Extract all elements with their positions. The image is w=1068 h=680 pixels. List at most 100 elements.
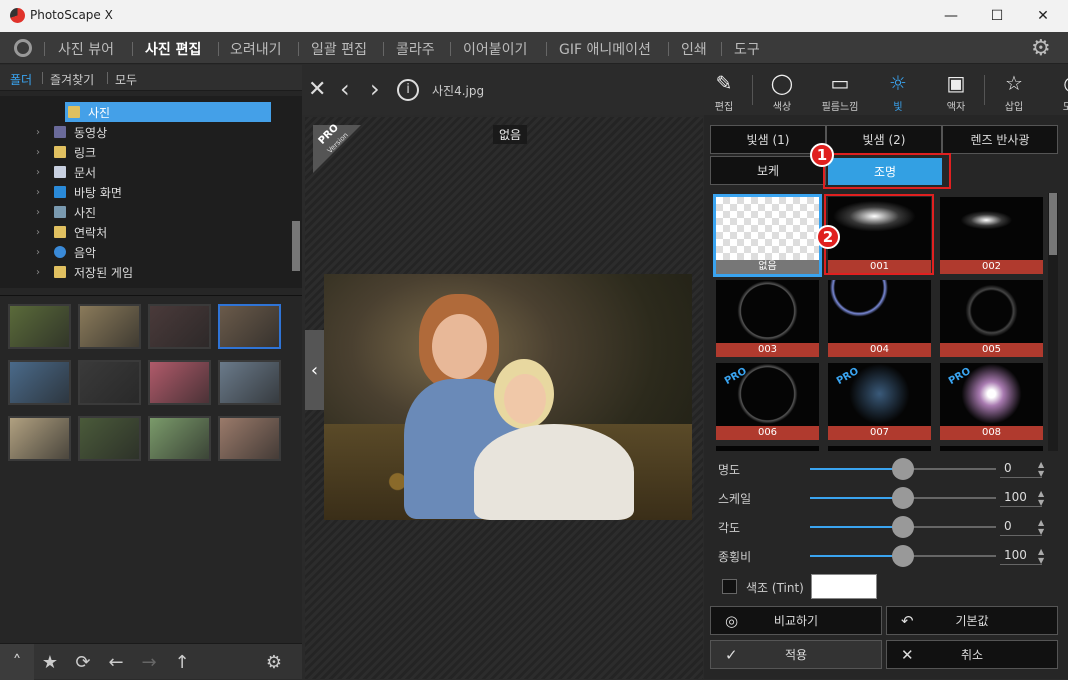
- tree-item[interactable]: › 연락처: [0, 222, 290, 242]
- collapse-left-icon[interactable]: ‹: [305, 330, 324, 410]
- close-window-button[interactable]: ✕: [1020, 0, 1066, 32]
- x-icon: ✕: [901, 646, 914, 664]
- tool-film[interactable]: ▭ 필름느낌: [816, 69, 864, 113]
- effect-tile[interactable]: 003: [716, 280, 819, 357]
- menu-batch-edit[interactable]: 일괄 편집: [311, 39, 367, 59]
- effect-tile[interactable]: 007 PRO: [828, 363, 931, 440]
- maximize-button[interactable]: ☐: [974, 0, 1020, 32]
- spinner-arrows-icon[interactable]: ▲ ▼: [1038, 460, 1044, 478]
- insert-icon: ☆: [1005, 71, 1023, 95]
- window-title: PhotoScape X: [30, 8, 113, 22]
- star-icon[interactable]: ★: [38, 650, 62, 674]
- thumbnail[interactable]: [78, 360, 141, 405]
- effect-tile[interactable]: 없음: [713, 194, 822, 277]
- slider-handle[interactable]: [892, 516, 914, 538]
- tree-item[interactable]: › 음악: [0, 242, 290, 262]
- tool-insert[interactable]: ☆ 삽입: [990, 69, 1038, 113]
- search-icon[interactable]: [14, 39, 32, 57]
- thumbnail[interactable]: [8, 360, 71, 405]
- thumbnail[interactable]: [8, 416, 71, 461]
- tree-item[interactable]: 사진: [0, 102, 290, 122]
- previous-icon[interactable]: ‹: [340, 75, 350, 103]
- cancel-button[interactable]: ✕ 취소: [886, 640, 1058, 669]
- effect-tile[interactable]: 006 PRO: [716, 363, 819, 440]
- menu-photo-viewer[interactable]: 사진 뷰어: [58, 39, 114, 59]
- settings-gear-icon[interactable]: ⚙: [1031, 36, 1051, 61]
- tab-favorites[interactable]: 즐겨찾기: [50, 71, 94, 88]
- tree-item[interactable]: › 링크: [0, 142, 290, 162]
- menu-combine[interactable]: 이어붙이기: [463, 39, 527, 59]
- minimize-button[interactable]: —: [928, 0, 974, 32]
- tree-item[interactable]: › 저장된 게임: [0, 262, 290, 282]
- back-arrow-icon[interactable]: ←: [104, 650, 128, 674]
- thumbnail[interactable]: [78, 304, 141, 349]
- slider-handle[interactable]: [892, 458, 914, 480]
- effect-tile[interactable]: 004: [828, 280, 931, 357]
- refresh-icon[interactable]: ⟳: [71, 650, 95, 674]
- tab-light-leak-1[interactable]: 빛샘 (1): [710, 125, 826, 154]
- menu-collage[interactable]: 콜라주: [396, 39, 435, 59]
- desktop-folder-icon: [54, 186, 66, 198]
- tool-light[interactable]: ☼ 빛: [874, 69, 922, 113]
- slider-row: 각도 0 ▲ ▼: [704, 513, 1068, 542]
- menu-cut-out[interactable]: 오려내기: [230, 39, 282, 59]
- slider-row: 스케일 100 ▲ ▼: [704, 484, 1068, 513]
- next-icon[interactable]: ›: [370, 75, 380, 103]
- thumbnail[interactable]: [8, 304, 71, 349]
- pictures-folder-icon: [54, 206, 66, 218]
- tree-item[interactable]: › 문서: [0, 162, 290, 182]
- saved-games-folder-icon: [54, 266, 66, 278]
- tint-checkbox[interactable]: [722, 579, 737, 594]
- folder-tree: 사진 › 동영상 › 링크 › 문서 › 바탕 화면 › 사진 › 연락처 › 음악 › 저장된…: [0, 96, 290, 288]
- tint-color-swatch[interactable]: [811, 574, 877, 599]
- tool-frame[interactable]: ▣ 액자: [932, 69, 980, 113]
- tab-light-leak-2[interactable]: 빛샘 (2): [826, 125, 942, 154]
- thumbnail[interactable]: [148, 360, 211, 405]
- tab-bokeh[interactable]: 보케: [710, 156, 826, 185]
- tree-item[interactable]: › 사진: [0, 202, 290, 222]
- slider-handle[interactable]: [892, 487, 914, 509]
- effect-tile[interactable]: 005: [940, 280, 1043, 357]
- thumbnail[interactable]: [78, 416, 141, 461]
- menu-gif-animation[interactable]: GIF 애니메이션: [559, 39, 651, 59]
- compare-button[interactable]: ◎ 비교하기: [710, 606, 882, 635]
- menu-photo-editor[interactable]: 사진 편집: [145, 39, 201, 59]
- up-arrow-icon[interactable]: ↑: [170, 650, 194, 674]
- spinner-arrows-icon[interactable]: ▲ ▼: [1038, 518, 1044, 536]
- tab-lighting[interactable]: 조명: [828, 158, 942, 185]
- grid-scrollbar[interactable]: [1048, 193, 1058, 451]
- tree-scrollbar[interactable]: [290, 96, 302, 288]
- tab-lens-flare[interactable]: 렌즈 반사광: [942, 125, 1058, 154]
- forward-arrow-icon[interactable]: →: [137, 650, 161, 674]
- default-button[interactable]: ↶ 기본값: [886, 606, 1058, 635]
- main-menu: 사진 뷰어 사진 편집 오려내기 일괄 편집 콜라주 이어붙이기 GIF 애니메…: [0, 32, 1068, 64]
- tab-all[interactable]: 모두: [115, 71, 137, 88]
- collapse-up-icon[interactable]: ˄: [5, 650, 29, 674]
- left-bottom-bar: ˄ ★ ⟳ ← → ↑ ⚙: [0, 643, 302, 680]
- menu-tools[interactable]: 도구: [734, 39, 760, 59]
- tab-folder[interactable]: 폴더: [10, 71, 32, 88]
- thumbnail[interactable]: [218, 360, 281, 405]
- thumbnail[interactable]: [148, 304, 211, 349]
- tool-edit[interactable]: ✎ 편집: [700, 69, 748, 113]
- tool-palette[interactable]: ◑ 도구: [1048, 69, 1068, 113]
- slider-group: 명도 0 ▲ ▼ 스케일 100 ▲ ▼ 각도 0 ▲ ▼ 종횡비 100 ▲ ▼: [704, 455, 1068, 580]
- tool-color-circle[interactable]: ◯ 색상: [758, 69, 806, 113]
- spinner-arrows-icon[interactable]: ▲ ▼: [1038, 489, 1044, 507]
- close-icon[interactable]: ✕: [308, 77, 326, 102]
- slider-handle[interactable]: [892, 545, 914, 567]
- gear-icon[interactable]: ⚙: [262, 650, 286, 674]
- thumbnail[interactable]: [218, 416, 281, 461]
- photo-canvas[interactable]: PRO Version 없음 ‹: [305, 117, 703, 679]
- thumbnail[interactable]: [148, 416, 211, 461]
- menu-print[interactable]: 인쇄: [681, 39, 707, 59]
- spinner-arrows-icon[interactable]: ▲ ▼: [1038, 547, 1044, 565]
- tree-item[interactable]: › 동영상: [0, 122, 290, 142]
- thumbnail[interactable]: [218, 304, 281, 349]
- tree-item[interactable]: › 바탕 화면: [0, 182, 290, 202]
- effect-tile[interactable]: 008 PRO: [940, 363, 1043, 440]
- info-icon[interactable]: i: [397, 79, 419, 101]
- effect-tile[interactable]: 002: [940, 197, 1043, 274]
- apply-button[interactable]: ✓ 적용: [710, 640, 882, 669]
- effect-tile-label: 004: [828, 343, 931, 357]
